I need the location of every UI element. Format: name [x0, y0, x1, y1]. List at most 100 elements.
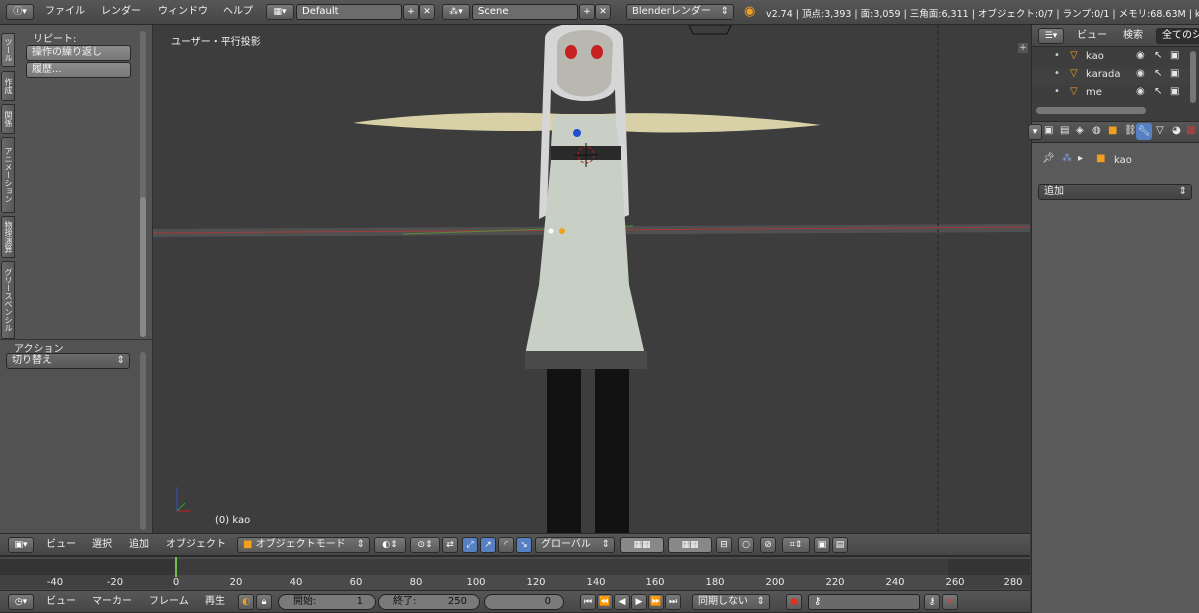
- add-scene-icon[interactable]: +: [579, 4, 595, 20]
- render-layers-tab-icon[interactable]: ▤: [1060, 125, 1069, 136]
- editor-type-timeline-icon[interactable]: ◷▾: [8, 594, 34, 610]
- select-cursor-icon[interactable]: ↖: [1154, 50, 1162, 61]
- remove-scene-icon[interactable]: ✕: [595, 4, 611, 20]
- layer-buttons-2-icon[interactable]: ▦▦: [668, 537, 712, 553]
- sync-select[interactable]: 同期しない ⇕: [692, 594, 770, 610]
- playback-menu[interactable]: 再生: [205, 591, 225, 613]
- current-frame-field[interactable]: 0: [484, 594, 564, 610]
- render-camera-icon[interactable]: ▣: [1170, 68, 1179, 79]
- pivot-point-icon[interactable]: ⊙⇕: [410, 537, 440, 553]
- outliner-row[interactable]: • ▽ me ◉ ↖ ▣: [1032, 86, 1188, 103]
- material-tab-icon[interactable]: ◕: [1172, 125, 1181, 136]
- world-tab-icon[interactable]: ◍: [1092, 125, 1101, 136]
- action-select[interactable]: 切り替え ⇕: [6, 353, 130, 369]
- record-icon[interactable]: ●: [786, 594, 802, 610]
- add-layout-icon[interactable]: +: [403, 4, 419, 20]
- menu-file[interactable]: ファイル: [45, 0, 85, 24]
- operator-panel-scrollbar[interactable]: [140, 352, 146, 530]
- tab-physics[interactable]: 物理演算: [1, 216, 15, 258]
- marker-menu[interactable]: マーカー: [92, 591, 132, 613]
- play-icon[interactable]: ▶: [631, 594, 647, 610]
- insert-keyframe-icon[interactable]: ⚷: [924, 594, 940, 610]
- viewport-shading-icon[interactable]: ◐⇕: [374, 537, 406, 553]
- playhead[interactable]: [175, 557, 177, 577]
- visibility-eye-icon[interactable]: ◉: [1136, 50, 1145, 61]
- tab-create[interactable]: 作成: [1, 71, 15, 101]
- proportional-edit-icon[interactable]: ⊘: [760, 537, 776, 553]
- end-frame-field[interactable]: 終了: 250: [378, 594, 480, 610]
- tab-relations[interactable]: 関係: [1, 104, 15, 134]
- orientation-select[interactable]: グローバル ⇕: [535, 537, 615, 553]
- select-cursor-icon[interactable]: ↖: [1154, 68, 1162, 79]
- outliner-row[interactable]: • ▽ kao ◉ ↖ ▣: [1032, 50, 1188, 67]
- render-tab-icon[interactable]: ▣: [1044, 125, 1053, 136]
- outliner-search-menu[interactable]: 検索: [1123, 25, 1143, 47]
- remove-layout-icon[interactable]: ✕: [419, 4, 435, 20]
- editor-type-info-icon[interactable]: ⓘ▾: [6, 4, 34, 20]
- view-menu[interactable]: ビュー: [46, 534, 76, 556]
- timeline-view-menu[interactable]: ビュー: [46, 591, 76, 613]
- lock-layers-icon[interactable]: ⊟: [716, 537, 732, 553]
- data-tab-icon[interactable]: ▽: [1156, 125, 1164, 136]
- frame-menu[interactable]: フレーム: [149, 591, 189, 613]
- select-cursor-icon[interactable]: ↖: [1154, 86, 1162, 97]
- jump-start-icon[interactable]: ⏮: [580, 594, 596, 610]
- render-engine-select[interactable]: Blenderレンダー ⇕: [626, 4, 734, 20]
- screen-layout-icon[interactable]: ▦▾: [266, 4, 294, 20]
- editor-type-outliner-icon[interactable]: ☰▾: [1038, 28, 1064, 44]
- modifiers-wrench-tab-icon[interactable]: 🔧︎: [1136, 123, 1152, 140]
- editor-type-properties-icon[interactable]: ▾: [1028, 124, 1042, 140]
- snap-icon[interactable]: ⌗⇕: [782, 537, 810, 553]
- next-keyframe-icon[interactable]: ⏩: [648, 594, 664, 610]
- outliner-item-label[interactable]: kao: [1086, 51, 1104, 62]
- render-camera-icon[interactable]: ▣: [1170, 86, 1179, 97]
- pin-icon[interactable]: 📌︎: [1042, 153, 1055, 164]
- screen-layout-field[interactable]: Default: [296, 4, 402, 20]
- jump-end-icon[interactable]: ⏭: [665, 594, 681, 610]
- prev-keyframe-icon[interactable]: ⏪: [597, 594, 613, 610]
- scene-field[interactable]: Scene: [472, 4, 578, 20]
- translate-manipulator-icon[interactable]: ⤢: [462, 537, 478, 553]
- start-frame-field[interactable]: 開始: 1: [278, 594, 376, 610]
- expand-icon[interactable]: •: [1054, 86, 1060, 97]
- constraints-tab-icon[interactable]: ⛓: [1124, 125, 1137, 136]
- scene-tab-icon[interactable]: ◈: [1076, 125, 1084, 136]
- tool-shelf-scrollbar-thumb[interactable]: [140, 197, 146, 337]
- outliner-hscroll[interactable]: [1036, 107, 1146, 114]
- transform-orientation-icon[interactable]: ↘: [516, 537, 532, 553]
- outliner-row[interactable]: • ▽ karada ◉ ↖ ▣: [1032, 68, 1188, 85]
- expand-icon[interactable]: •: [1054, 50, 1060, 61]
- layer-buttons-icon[interactable]: ▦▦: [620, 537, 664, 553]
- 3d-viewport[interactable]: ユーザー・平行投影 (0) kao +: [153, 25, 1030, 533]
- auto-keying-icon[interactable]: ◐: [238, 594, 254, 610]
- object-menu[interactable]: オブジェクト: [166, 534, 226, 556]
- rotate-manipulator-icon[interactable]: ↗: [480, 537, 496, 553]
- scale-manipulator-icon[interactable]: ◜: [498, 537, 514, 553]
- object-tab-icon[interactable]: ■: [1108, 125, 1117, 136]
- tab-grease-pencil[interactable]: グリースペンシル: [1, 261, 15, 339]
- outliner-vscroll[interactable]: [1190, 51, 1196, 103]
- repeat-last-button[interactable]: 操作の繰り返し: [26, 45, 131, 61]
- timeline-area[interactable]: [0, 556, 1030, 590]
- visibility-eye-icon[interactable]: ◉: [1136, 86, 1145, 97]
- tab-tools[interactable]: ツール: [1, 33, 15, 67]
- keying-set-field[interactable]: ⚷: [808, 594, 920, 610]
- render-layer-icon[interactable]: ○: [738, 537, 754, 553]
- outliner-view-menu[interactable]: ビュー: [1077, 25, 1107, 47]
- mode-select[interactable]: ■ オブジェクトモード ⇕: [237, 537, 370, 553]
- visibility-eye-icon[interactable]: ◉: [1136, 68, 1145, 79]
- menu-window[interactable]: ウィンドウ: [158, 0, 208, 24]
- history-button[interactable]: 履歴...: [26, 62, 131, 78]
- opengl-render-anim-icon[interactable]: ▤: [832, 537, 848, 553]
- expand-icon[interactable]: •: [1054, 68, 1060, 79]
- opengl-render-icon[interactable]: ▣: [814, 537, 830, 553]
- delete-keyframe-icon[interactable]: ✕: [942, 594, 958, 610]
- select-menu[interactable]: 選択: [92, 534, 112, 556]
- tab-animation[interactable]: アニメーション: [1, 137, 15, 213]
- outliner-filter-select[interactable]: 全てのシ: [1156, 28, 1199, 44]
- scene-icon[interactable]: ⁂▾: [442, 4, 470, 20]
- manipulator-toggle-icon[interactable]: ⇄: [442, 537, 458, 553]
- outliner-item-label[interactable]: me: [1086, 87, 1102, 98]
- add-modifier-select[interactable]: 追加 ⇕: [1038, 184, 1192, 200]
- play-reverse-icon[interactable]: ◀: [614, 594, 630, 610]
